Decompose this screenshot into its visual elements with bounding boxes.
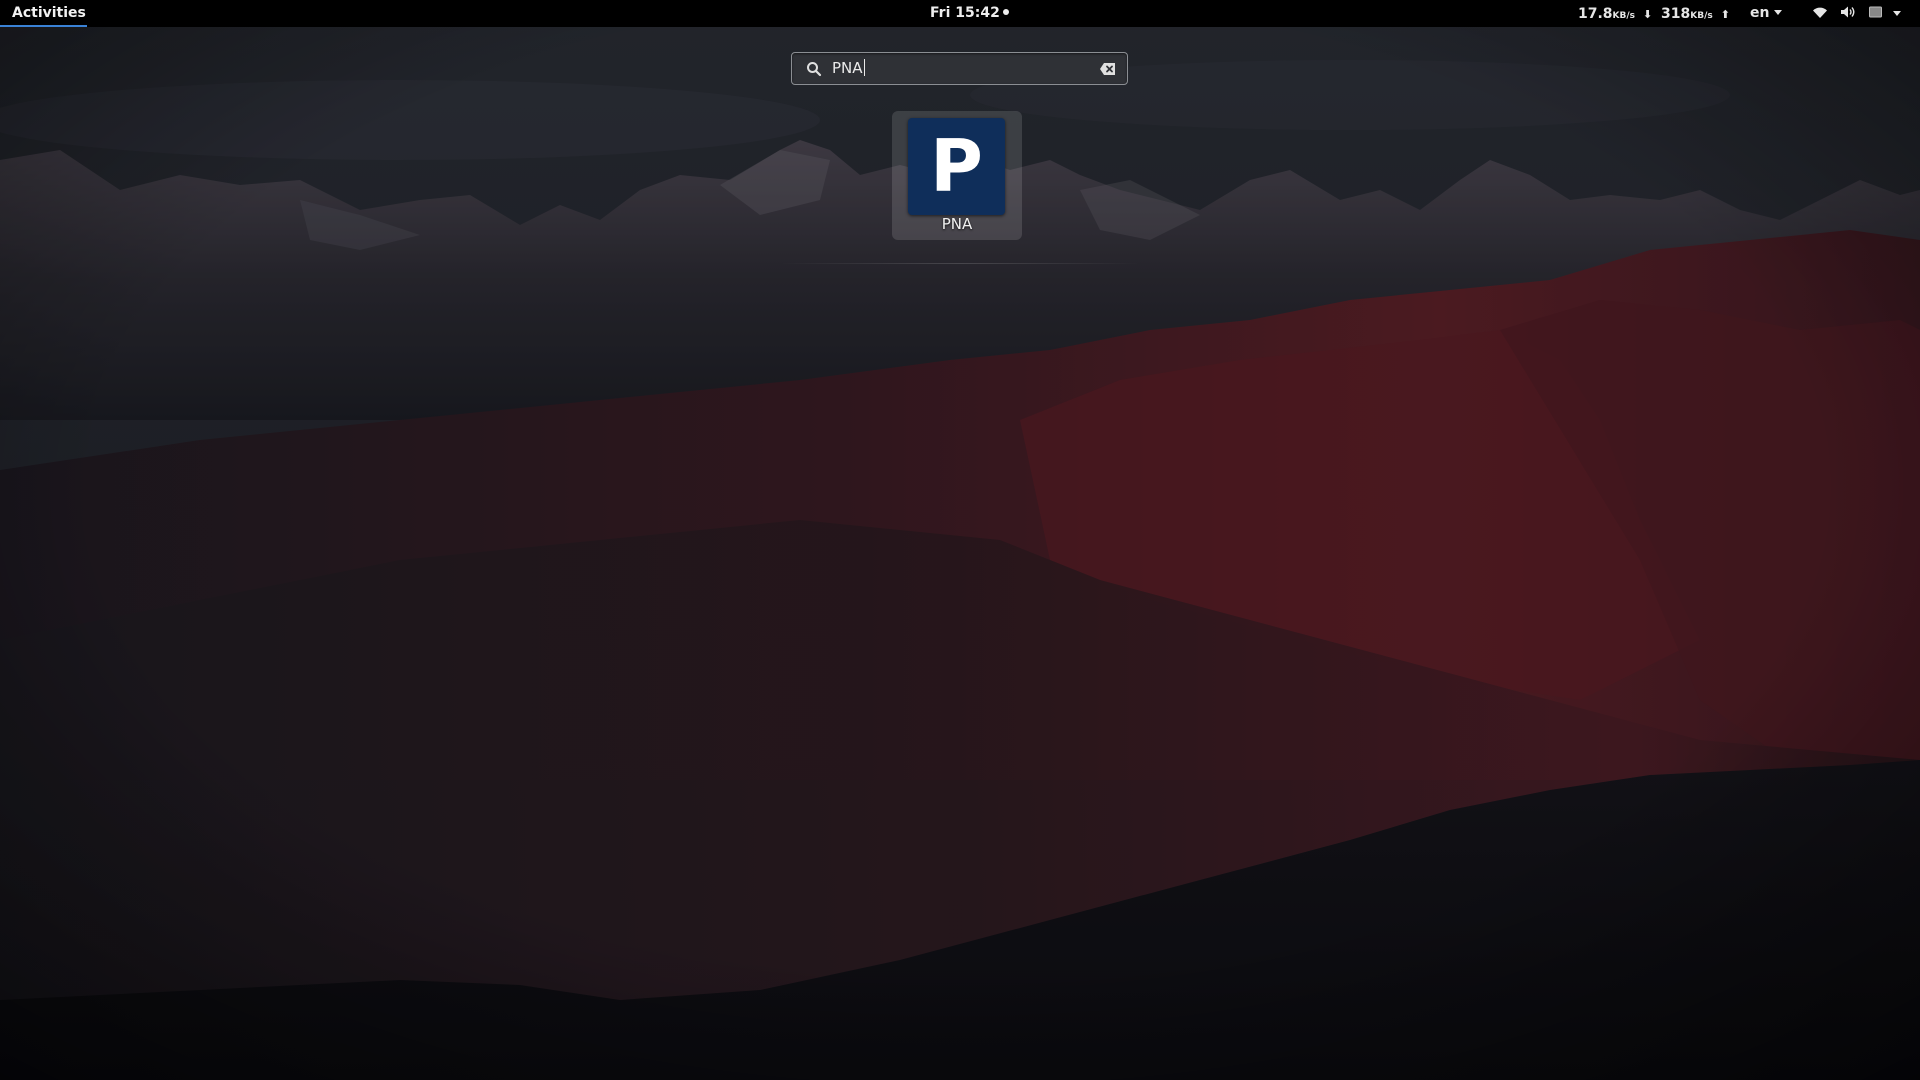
search-icon (806, 61, 822, 77)
language-label: en (1750, 5, 1770, 21)
upload-arrow-icon: ⬆ (1720, 8, 1730, 21)
battery-icon (1869, 6, 1883, 22)
net-up-unit: KB/s (1690, 11, 1713, 21)
search-input[interactable]: PNA (832, 53, 865, 84)
volume-indicator[interactable] (1840, 0, 1856, 27)
volume-icon (1840, 5, 1856, 23)
results-separator (780, 263, 1140, 264)
activities-label: Activities (12, 5, 86, 21)
text-cursor (863, 59, 865, 76)
net-down-value: 17.8 (1578, 6, 1613, 22)
clock-label: Fri 15:42 (930, 5, 1000, 21)
system-menu-button[interactable] (1893, 0, 1901, 27)
search-entry[interactable]: PNA (791, 52, 1128, 85)
language-selector[interactable]: en (1750, 0, 1783, 27)
wifi-indicator[interactable] (1812, 0, 1828, 27)
top-bar: Activities Fri 15:42 17.8KB/s ⬇ 318KB/s ⬆ … (0, 0, 1920, 27)
net-speed-down: 17.8KB/s ⬇ (1578, 0, 1652, 27)
clock-button[interactable]: Fri 15:42 (930, 0, 1009, 27)
app-result-label: PNA (941, 215, 973, 233)
search-query: PNA (832, 59, 863, 77)
chevron-down-icon (1774, 10, 1783, 15)
notification-dot-icon (1002, 9, 1009, 15)
download-arrow-icon: ⬇ (1643, 8, 1653, 21)
system-menu-chevron-icon (1893, 11, 1901, 16)
battery-indicator[interactable] (1869, 0, 1883, 27)
clear-icon[interactable] (1099, 61, 1117, 77)
activities-button[interactable]: Activities (0, 0, 98, 27)
net-up-value: 318 (1661, 6, 1691, 22)
net-down-unit: KB/s (1612, 11, 1636, 21)
wifi-icon (1812, 5, 1828, 23)
app-result-pna[interactable]: P PNA (892, 111, 1022, 240)
net-speed-up: 318KB/s ⬆ (1661, 0, 1730, 27)
desktop: Activities Fri 15:42 17.8KB/s ⬇ 318KB/s ⬆ … (0, 0, 1920, 1080)
activities-indicator (0, 25, 87, 27)
pna-app-icon: P (908, 118, 1005, 215)
app-icon-letter: P (930, 124, 983, 208)
